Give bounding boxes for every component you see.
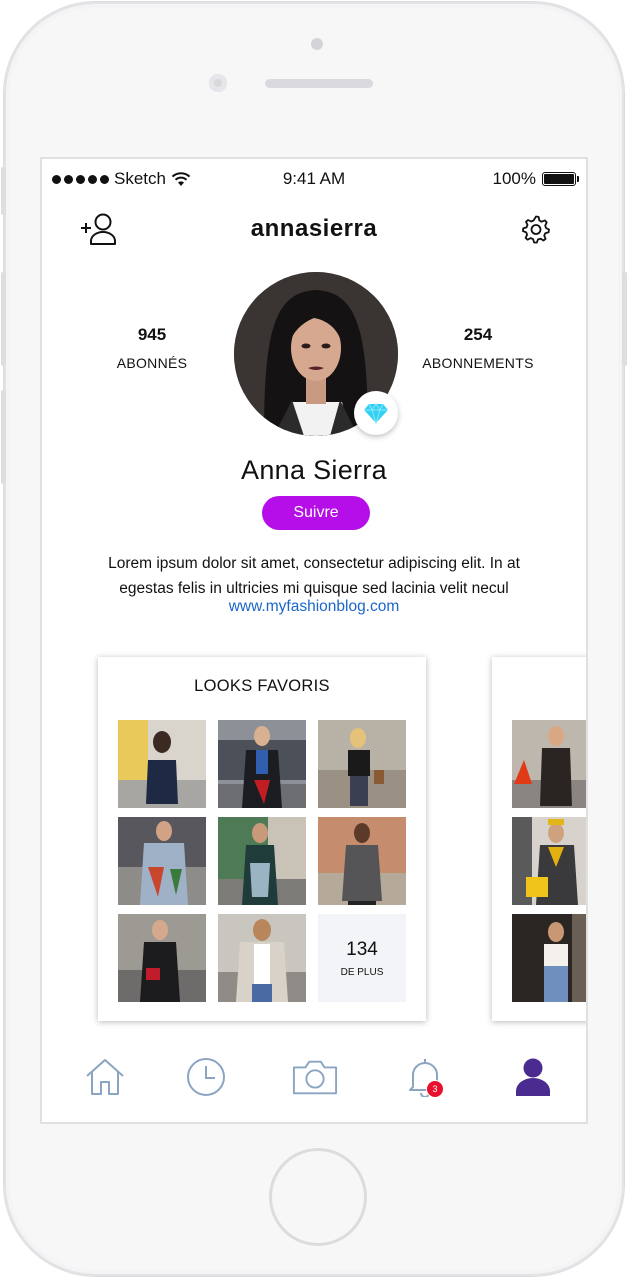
look-thumbnail[interactable] — [318, 817, 406, 905]
clock-icon — [187, 1058, 225, 1096]
profile-name: Anna Sierra — [241, 455, 387, 485]
look-thumbnail[interactable] — [218, 914, 306, 1002]
collection-grid — [512, 720, 586, 1002]
website-link[interactable]: www.myfashionblog.com — [42, 598, 586, 616]
look-thumbnail[interactable] — [318, 720, 406, 808]
mute-switch — [1, 167, 6, 215]
app-screen: Sketch 9:41 AM 100% annasierra 945 ABONN — [40, 157, 588, 1124]
following-label: ABONNEMENTS — [422, 355, 534, 371]
look-thumbnail[interactable] — [512, 817, 586, 905]
page-title: annasierra — [250, 215, 378, 242]
more-count: 134 — [346, 938, 378, 960]
camera-icon — [292, 1060, 338, 1095]
front-camera — [209, 74, 227, 92]
tab-bar: 3 — [42, 1034, 586, 1122]
more-label: DE PLUS — [340, 966, 384, 978]
tab-history[interactable] — [183, 1054, 229, 1100]
tab-notifications[interactable]: 3 — [402, 1054, 448, 1100]
earpiece-speaker — [265, 79, 373, 88]
proximity-sensor — [311, 38, 323, 50]
followers-count: 945 — [137, 325, 167, 344]
battery-icon — [542, 172, 579, 186]
followers-stat[interactable]: 945 ABONNÉS — [92, 325, 212, 371]
look-thumbnail[interactable] — [118, 720, 206, 808]
volume-up-button — [1, 272, 6, 366]
following-count: 254 — [463, 325, 493, 344]
followers-label: ABONNÉS — [116, 355, 188, 371]
following-stat[interactable]: 254 ABONNEMENTS — [408, 325, 548, 371]
status-right: 100% — [492, 169, 579, 189]
look-thumbnail[interactable] — [218, 720, 306, 808]
collection-card[interactable]: LOOKS FAVORIS 134 DE PLUS — [98, 657, 426, 1021]
profile-header: annasierra — [42, 209, 586, 253]
collection-card-next[interactable] — [492, 657, 586, 1021]
look-thumbnail[interactable] — [118, 817, 206, 905]
user-icon — [516, 1058, 550, 1096]
more-looks-tile[interactable]: 134 DE PLUS — [318, 914, 406, 1002]
gear-icon[interactable] — [520, 213, 552, 245]
profile-bio: Lorem ipsum dolor sit amet, consectetur … — [108, 555, 520, 597]
collection-grid: 134 DE PLUS — [118, 720, 406, 1002]
follow-button[interactable]: Suivre — [262, 496, 370, 530]
status-bar: Sketch 9:41 AM 100% — [42, 159, 586, 199]
look-thumbnail[interactable] — [512, 914, 586, 1002]
diamond-icon — [364, 403, 388, 424]
power-button — [622, 272, 627, 366]
look-thumbnail[interactable] — [218, 817, 306, 905]
volume-down-button — [1, 390, 6, 484]
collection-title: LOOKS FAVORIS — [194, 677, 330, 695]
notification-badge: 3 — [426, 1080, 444, 1098]
home-button[interactable] — [269, 1148, 367, 1246]
look-thumbnail[interactable] — [512, 720, 586, 808]
tab-home[interactable] — [82, 1054, 128, 1100]
premium-badge — [354, 391, 398, 435]
tab-camera[interactable] — [292, 1054, 338, 1100]
battery-percent: 100% — [492, 169, 536, 188]
tab-profile[interactable] — [510, 1054, 556, 1100]
look-thumbnail[interactable] — [118, 914, 206, 1002]
home-icon — [86, 1059, 124, 1095]
